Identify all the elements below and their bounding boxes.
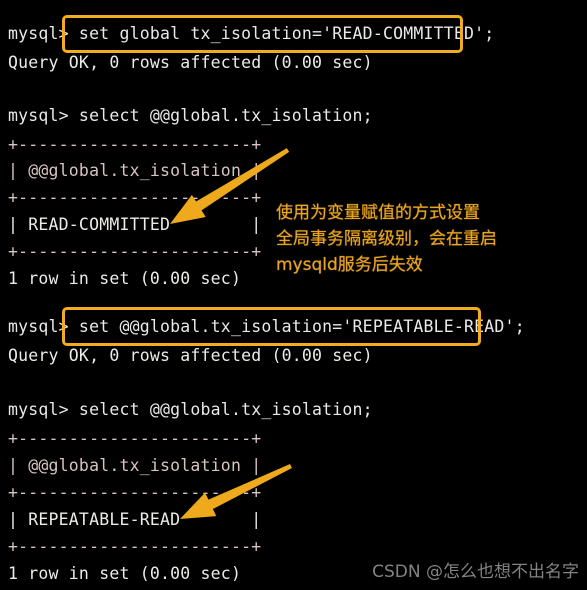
terminal-line: | READ-COMMITTED | — [8, 215, 262, 234]
terminal-line: +-----------------------+ — [8, 135, 262, 154]
terminal-line: 1 row in set (0.00 sec) — [8, 269, 242, 288]
terminal-line: | @@global.tx_isolation | — [8, 161, 262, 180]
terminal-line: mysql> select @@global.tx_isolation; — [8, 106, 373, 125]
terminal-line: +-----------------------+ — [8, 429, 262, 448]
terminal-line: +-----------------------+ — [8, 537, 262, 556]
terminal-line: mysql> select @@global.tx_isolation; — [8, 400, 373, 419]
annotation-line: 使用为变量赋值的方式设置 — [276, 203, 480, 223]
terminal-line: +-----------------------+ — [8, 483, 262, 502]
terminal-line: +-----------------------+ — [8, 188, 262, 207]
terminal-line: mysql> set global tx_isolation='READ-COM… — [8, 24, 495, 43]
terminal-line: Query OK, 0 rows affected (0.00 sec) — [8, 346, 373, 365]
arrow-shape — [170, 148, 290, 224]
terminal-line: | REPEATABLE-READ | — [8, 510, 262, 529]
terminal-line: +-----------------------+ — [8, 242, 262, 261]
annotation-text: 使用为变量赋值的方式设置 全局事务隔离级别，会在重启 mysqld服务后失效 — [276, 200, 497, 278]
terminal-line: 1 row in set (0.00 sec) — [8, 564, 242, 583]
terminal-screenshot: mysql> set global tx_isolation='READ-COM… — [0, 0, 587, 590]
terminal-line: | @@global.tx_isolation | — [8, 456, 262, 475]
annotation-line: 全局事务隔离级别，会在重启 — [276, 229, 497, 249]
csdn-watermark: CSDN @怎么也想不出名字 — [372, 562, 579, 582]
terminal-line: mysql> set @@global.tx_isolation='REPEAT… — [8, 317, 525, 336]
annotation-line: mysqld服务后失效 — [276, 255, 423, 275]
terminal-line: Query OK, 0 rows affected (0.00 sec) — [8, 53, 373, 72]
arrow-arrow-top — [170, 148, 290, 224]
